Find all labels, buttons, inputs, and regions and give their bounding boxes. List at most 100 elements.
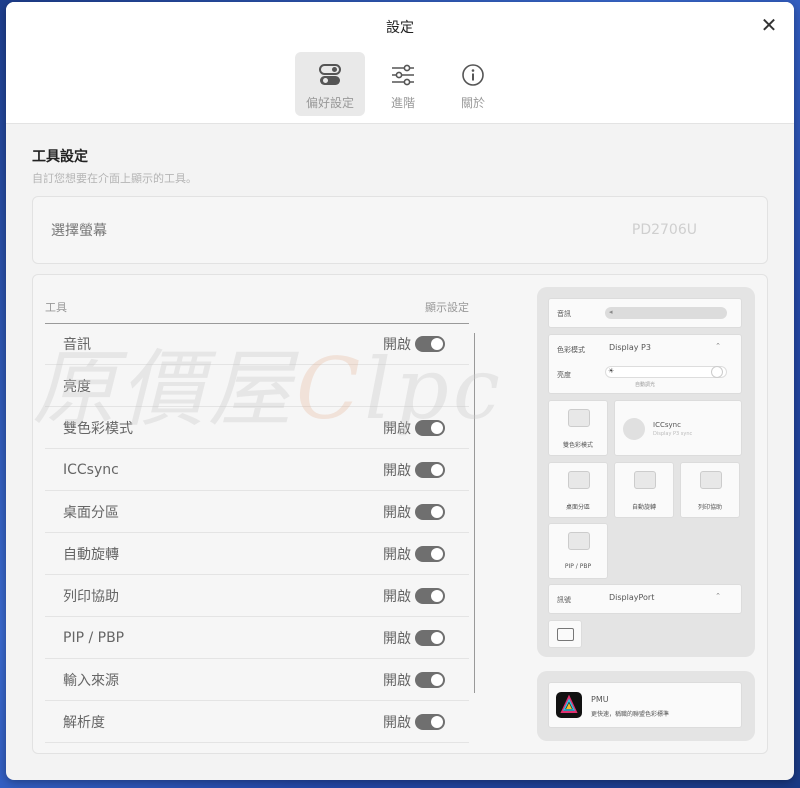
column-tool: 工具 (45, 301, 67, 314)
tab-preferences[interactable]: 偏好設定 (295, 52, 365, 116)
toggle-switch[interactable] (415, 671, 445, 688)
tab-label: 進階 (390, 96, 415, 110)
brightness-slider (605, 366, 727, 378)
preview-input-value: DisplayPort (609, 593, 655, 602)
toggle-switch[interactable] (415, 587, 445, 604)
tool-preview: 音訊 ◂ 色彩模式 Display P3 ⌃ 亮度 ☀ 自動調光 雙色彩模式 I… (537, 287, 755, 741)
toggle-switch[interactable] (415, 461, 445, 478)
content-area: 工具設定 自訂您想要在介面上顯示的工具。 選擇螢幕 PD2706U 工具 顯示設… (6, 124, 794, 754)
preview-print-assist-label: 列印協助 (697, 504, 722, 511)
toggle-switch[interactable] (415, 503, 445, 520)
preview-print-assist: 列印協助 (680, 462, 740, 518)
pmu-title: PMU (591, 695, 609, 704)
brightness-knob (711, 366, 723, 378)
toggle-switch[interactable] (415, 713, 445, 730)
tool-row-desktop-partition: 桌面分區 開啟 (45, 491, 469, 533)
preview-iccsync-sub: Display P3 sync (653, 431, 693, 437)
speaker-icon: ◂ (609, 308, 613, 316)
sun-icon: ☀ (608, 367, 615, 375)
preview-input-label: 訊號 (557, 596, 571, 604)
partition-icon (568, 471, 590, 489)
tool-state: 開啟 (383, 336, 411, 353)
section-title: 工具設定 (32, 149, 88, 165)
scrollbar[interactable] (474, 333, 475, 693)
chevron-updown-icon: ⌃ (715, 592, 721, 600)
pmu-subtitle: 更快速，稱職的聯盟色彩標準 (591, 711, 670, 718)
tool-state: 開啟 (383, 504, 411, 521)
tool-row-iccsync: ICCsync 開啟 (45, 449, 469, 491)
info-icon (461, 62, 485, 88)
tool-name: 音訊 (63, 336, 91, 353)
tool-state: 開啟 (383, 546, 411, 563)
tool-state: 開啟 (383, 462, 411, 479)
preview-iccsync-label: ICCsync (653, 421, 681, 429)
preview-input: 訊號 DisplayPort ⌃ (548, 584, 742, 614)
title-bar: 設定 ✕ (6, 2, 794, 52)
column-display: 顯示設定 (425, 301, 469, 314)
preview-resolution (548, 620, 582, 648)
preview-brightness-label: 亮度 (557, 371, 571, 379)
tool-row-pip-pbp: PIP / PBP 開啟 (45, 617, 469, 659)
tool-name: 雙色彩模式 (63, 420, 133, 437)
close-icon[interactable]: ✕ (758, 14, 780, 36)
rotate-icon (634, 471, 656, 489)
tool-state: 開啟 (383, 714, 411, 731)
pip-icon (568, 532, 590, 550)
screen-selector[interactable]: 選擇螢幕 PD2706U (32, 196, 768, 264)
tool-settings-panel: 工具 顯示設定 音訊 開啟 亮度 雙色彩模式 開啟 ICCsync 開啟 桌面分… (32, 274, 768, 754)
preview-dual-color: 雙色彩模式 (548, 400, 608, 456)
sliders-icon (390, 62, 416, 88)
window-title: 設定 (386, 20, 414, 36)
tool-name: PIP / PBP (63, 629, 125, 646)
preview-auto-rotate-label: 自動旋轉 (631, 504, 656, 511)
tool-state: 開啟 (383, 420, 411, 437)
preview-auto-rotate: 自動旋轉 (614, 462, 674, 518)
tool-table-header: 工具 顯示設定 (45, 299, 469, 324)
pmu-logo (556, 692, 582, 718)
tool-row-print-assist: 列印協助 開啟 (45, 575, 469, 617)
toggle-switch[interactable] (415, 629, 445, 646)
tool-name: 桌面分區 (63, 504, 119, 521)
toggle-switch[interactable] (415, 419, 445, 436)
tool-row-auto-rotate: 自動旋轉 開啟 (45, 533, 469, 575)
tool-state: 開啟 (383, 630, 411, 647)
toggle-switch[interactable] (415, 545, 445, 562)
resolution-icon (557, 628, 574, 641)
preview-desktop-partition-label: 桌面分區 (565, 504, 590, 511)
preview-color-mode-label: 色彩模式 (557, 346, 585, 354)
preview-brightness-sub: 自動調光 (635, 382, 656, 388)
palette-icon (623, 418, 645, 440)
screen-selector-value: PD2706U (631, 222, 697, 238)
tab-label: 關於 (460, 96, 485, 110)
tool-name: 列印協助 (63, 588, 119, 605)
tool-name: 輸入來源 (63, 672, 119, 689)
tab-about[interactable]: 關於 (441, 52, 505, 116)
preview-iccsync: ICCsync Display P3 sync (614, 400, 742, 456)
tool-name: 亮度 (63, 378, 91, 395)
toggle-switch[interactable] (415, 335, 445, 352)
preview-audio: 音訊 ◂ (548, 298, 742, 328)
tab-bar: 偏好設定 進階 關於 (6, 52, 794, 124)
chevron-updown-icon: ⌃ (715, 342, 721, 350)
tool-row-audio: 音訊 開啟 (45, 323, 469, 365)
print-icon (700, 471, 722, 489)
tool-row-dual-color: 雙色彩模式 開啟 (45, 407, 469, 449)
screen-selector-label: 選擇螢幕 (51, 223, 107, 239)
tool-name: ICCsync (63, 461, 119, 478)
tool-state: 開啟 (383, 588, 411, 605)
tab-advanced[interactable]: 進階 (371, 52, 435, 116)
tool-name: 解析度 (63, 714, 105, 731)
preview-main-card: 音訊 ◂ 色彩模式 Display P3 ⌃ 亮度 ☀ 自動調光 雙色彩模式 I… (537, 287, 755, 657)
tool-state: 開啟 (383, 672, 411, 689)
tool-row-resolution: 解析度 開啟 (45, 701, 469, 743)
settings-window: 設定 ✕ 偏好設定 進階 關於 工具設定 自訂您想要在介面上顯示的工具。 選擇螢… (6, 2, 794, 780)
section-subtitle: 自訂您想要在介面上顯示的工具。 (32, 172, 197, 185)
preview-desktop-partition: 桌面分區 (548, 462, 608, 518)
tab-label: 偏好設定 (305, 96, 354, 110)
tool-name: 自動旋轉 (63, 546, 119, 563)
preview-dual-color-label: 雙色彩模式 (562, 442, 593, 449)
preview-pip-pbp: PIP / PBP (548, 523, 608, 579)
tool-row-brightness: 亮度 (45, 365, 469, 407)
tool-list: 音訊 開啟 亮度 雙色彩模式 開啟 ICCsync 開啟 桌面分區 開啟 自動旋… (45, 323, 469, 743)
preview-color-mode-value: Display P3 (609, 343, 651, 352)
